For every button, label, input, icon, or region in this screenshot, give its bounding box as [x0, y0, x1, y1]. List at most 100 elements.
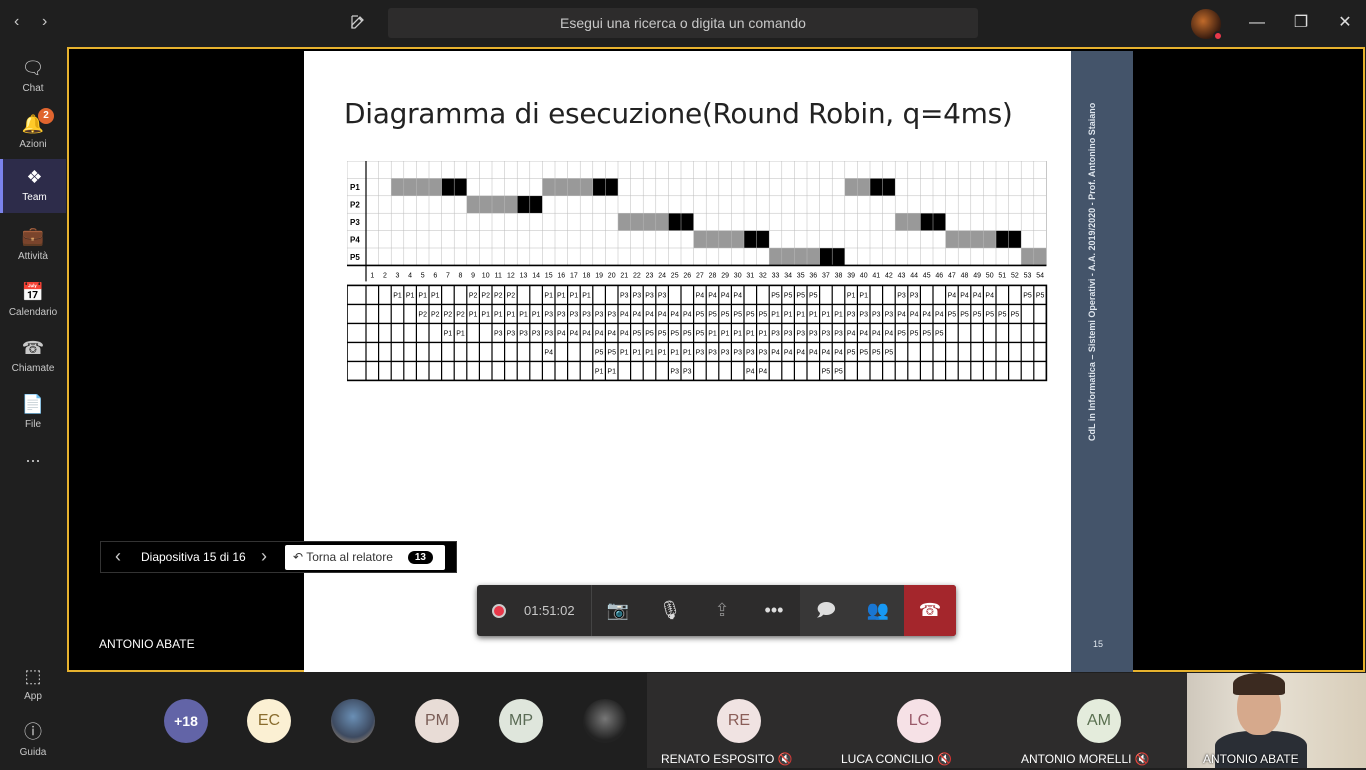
participant-tile[interactable]: LC LUCA CONCILIO 🔇 [827, 673, 1007, 768]
share-icon[interactable]: ⇪ [696, 585, 748, 636]
rail-item-team[interactable]: ❖ Team [0, 159, 66, 213]
queue-cell: P1 [582, 292, 591, 299]
hangup-icon: ☎ [918, 600, 942, 620]
call-controls: 01:51:02 📷 🎙 ⇪ ••• 🗩 👥 ☎ [477, 585, 956, 636]
chat-icon: 🗨 [21, 58, 45, 78]
time-tick-label: 43 [898, 272, 906, 279]
queue-cell: P5 [696, 311, 705, 318]
camera-off-icon[interactable]: 📷 [592, 585, 644, 636]
time-tick-label: 35 [797, 272, 805, 279]
queue-cell: P5 [796, 292, 805, 299]
queue-cell: P2 [456, 311, 465, 318]
time-tick-label: 48 [961, 272, 969, 279]
queue-cell: P3 [733, 349, 742, 356]
participant-avatar[interactable]: PM [415, 699, 459, 743]
process-label: P4 [350, 235, 360, 244]
search-input[interactable]: Esegui una ricerca o digita un comando [388, 8, 978, 38]
time-tick-label: 39 [847, 272, 855, 279]
queue-cell: P2 [469, 292, 478, 299]
maximize-icon[interactable]: ❐ [1290, 12, 1312, 34]
queue-cell: P5 [922, 330, 931, 337]
next-slide-icon[interactable]: › [261, 546, 267, 567]
queue-cell: P1 [507, 311, 516, 318]
participant-tile[interactable]: RE RENATO ESPOSITO 🔇 [647, 673, 827, 768]
queue-cell: P1 [431, 292, 440, 299]
rail-item-attivita[interactable]: 💼 Attività [0, 218, 66, 274]
hangup-button[interactable]: ☎ [904, 585, 956, 636]
queue-cell: P4 [859, 330, 868, 337]
time-tick-label: 5 [421, 272, 425, 279]
rail-item-app[interactable]: ⬚ App [0, 658, 66, 714]
queue-cell: P1 [721, 330, 730, 337]
chat-icon[interactable]: 🗩 [800, 585, 852, 636]
more-apps-button[interactable]: ... [0, 446, 66, 486]
time-tick-label: 16 [557, 272, 565, 279]
close-icon[interactable]: ✕ [1334, 12, 1356, 34]
queue-cell: P4 [771, 349, 780, 356]
rail-label: Chiamate [11, 363, 55, 374]
participant-avatar[interactable]: EC [247, 699, 291, 743]
queue-cell: P3 [683, 368, 692, 375]
queue-cell: P1 [418, 292, 427, 299]
participant-photo[interactable] [583, 699, 627, 743]
queue-cell: P4 [935, 311, 944, 318]
back-arrow-icon[interactable]: ‹ [14, 13, 19, 31]
profile-avatar[interactable] [1191, 9, 1223, 41]
forward-arrow-icon[interactable]: › [42, 13, 47, 31]
queue-cell: P5 [733, 311, 742, 318]
queue-cell: P3 [582, 311, 591, 318]
more-participants-button[interactable]: +18 [164, 699, 208, 743]
minimize-icon[interactable]: — [1246, 12, 1268, 34]
participant-name: ANTONIO MORELLI 🔇 [1021, 752, 1150, 766]
back-to-presenter-button[interactable]: ↶ Torna al relatore 13 [285, 545, 445, 570]
queue-cell: P3 [708, 349, 717, 356]
queue-cell: P3 [771, 330, 780, 337]
queue-cell: P3 [670, 368, 679, 375]
rail-item-azioni[interactable]: 🔔 2 Azioni [0, 106, 66, 162]
time-tick-label: 49 [973, 272, 981, 279]
rail-item-guida[interactable]: ⓘ Guida [0, 714, 66, 770]
time-tick-label: 22 [633, 272, 641, 279]
queue-cell: P5 [771, 292, 780, 299]
time-tick-label: 17 [570, 272, 578, 279]
app-rail: 🗨 Chat 🔔 2 Azioni ❖ Team 💼 Attività 📅 Ca… [0, 46, 66, 768]
compose-icon[interactable] [350, 14, 366, 30]
queue-cell: P4 [544, 349, 553, 356]
time-tick-label: 24 [658, 272, 666, 279]
queue-cell: P2 [418, 311, 427, 318]
time-tick-label: 30 [734, 272, 742, 279]
time-tick-label: 27 [696, 272, 704, 279]
queue-cell: P3 [607, 311, 616, 318]
rail-item-chat[interactable]: 🗨 Chat [0, 50, 66, 106]
queue-cell: P2 [444, 311, 453, 318]
queue-cell: P1 [746, 330, 755, 337]
mic-off-icon[interactable]: 🎙 [644, 585, 696, 636]
process-label: P5 [350, 253, 360, 262]
queue-cell: P4 [759, 368, 768, 375]
queue-cell: P1 [670, 349, 679, 356]
participants-icon[interactable]: 👥 [852, 585, 904, 636]
queue-cell: P3 [822, 330, 831, 337]
participant-photo[interactable] [331, 699, 375, 743]
more-options-icon[interactable]: ••• [748, 585, 800, 636]
queue-cell: P5 [645, 330, 654, 337]
queue-cell: P5 [1011, 311, 1020, 318]
gantt-svg: P1P2P3P4P51 2 3 4 5 6 7 8 9 10 11 12 13 14 15 16 17 18 19 2… [346, 160, 1048, 382]
time-tick-label: 25 [671, 272, 679, 279]
queue-cell: P3 [847, 311, 856, 318]
queue-cell: P1 [570, 292, 579, 299]
queue-cell: P4 [721, 292, 730, 299]
slide-navigator: ‹ Diapositiva 15 di 16 › ↶ Torna al rela… [100, 541, 457, 573]
slide-count-badge: 13 [407, 551, 433, 564]
participant-avatar[interactable]: MP [499, 699, 543, 743]
queue-cell: P1 [834, 311, 843, 318]
participant-tile[interactable]: AM ANTONIO MORELLI 🔇 [1007, 673, 1187, 768]
shared-screen-stage: Diagramma di esecuzione(Round Robin, q=4… [67, 47, 1365, 672]
time-tick-label: 7 [446, 272, 450, 279]
self-video-tile[interactable]: ANTONIO ABATE [1187, 673, 1366, 768]
rail-item-calendario[interactable]: 📅 Calendario [0, 274, 66, 330]
rail-item-file[interactable]: 📄 File [0, 386, 66, 442]
time-tick-label: 12 [507, 272, 515, 279]
rail-item-chiamate[interactable]: ☎ Chiamate [0, 330, 66, 386]
previous-slide-icon[interactable]: ‹ [115, 546, 121, 567]
